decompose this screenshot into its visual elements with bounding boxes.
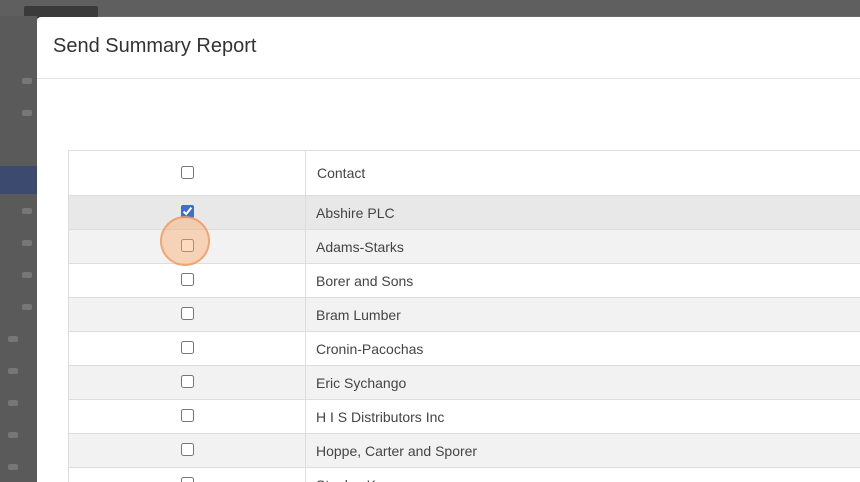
- background-sidebar-icon: [8, 432, 18, 438]
- row-checkbox-cell: [68, 195, 306, 230]
- contact-name: Hoppe, Carter and Sporer: [305, 433, 860, 468]
- row-checkbox-cell: [68, 467, 306, 482]
- row-checkbox[interactable]: [180, 409, 194, 423]
- background-sidebar-icon: [8, 400, 18, 406]
- background-sidebar: [0, 16, 37, 482]
- contacts-table: Contact Abshire PLC Adams-Starks Borer and…: [68, 150, 860, 482]
- contact-name: Cronin-Pacochas: [305, 331, 860, 366]
- background-sidebar-active-item: [0, 166, 37, 194]
- background-topbar: [0, 0, 860, 16]
- row-checkbox[interactable]: [180, 205, 194, 219]
- table-row[interactable]: Hoppe, Carter and Sporer: [68, 433, 860, 468]
- row-checkbox-cell: [68, 297, 306, 332]
- table-row[interactable]: Bram Lumber: [68, 297, 860, 332]
- contact-name: H I S Distributors Inc: [305, 399, 860, 434]
- table-row[interactable]: Cronin-Pacochas: [68, 331, 860, 366]
- row-checkbox-cell: [68, 229, 306, 264]
- contact-column-header: Contact: [305, 150, 860, 196]
- select-all-checkbox[interactable]: [180, 165, 194, 179]
- contact-name: Eric Sychango: [305, 365, 860, 400]
- row-checkbox-cell: [68, 365, 306, 400]
- contact-name: Stanley K...: [305, 467, 860, 482]
- row-checkbox[interactable]: [180, 443, 194, 457]
- table-row[interactable]: H I S Distributors Inc: [68, 399, 860, 434]
- modal-header: Send Summary Report: [37, 17, 860, 79]
- background-sidebar-icon: [8, 368, 18, 374]
- contact-name: Bram Lumber: [305, 297, 860, 332]
- row-checkbox[interactable]: [180, 477, 194, 482]
- table-row[interactable]: Stanley K...: [68, 467, 860, 482]
- background-sidebar-icon: [22, 110, 32, 116]
- background-sidebar-icon: [22, 272, 32, 278]
- table-header-row: Contact: [68, 150, 860, 196]
- send-summary-report-modal: Send Summary Report Contact Abshire PLC A…: [37, 17, 860, 482]
- row-checkbox[interactable]: [180, 341, 194, 355]
- table-row[interactable]: Borer and Sons: [68, 263, 860, 298]
- background-sidebar-icon: [22, 304, 32, 310]
- row-checkbox-cell: [68, 263, 306, 298]
- row-checkbox-cell: [68, 331, 306, 366]
- background-sidebar-icon: [8, 464, 18, 470]
- select-all-cell: [68, 150, 306, 196]
- background-sidebar-icon: [22, 208, 32, 214]
- table-row[interactable]: Adams-Starks: [68, 229, 860, 264]
- background-sidebar-icon: [22, 240, 32, 246]
- background-sidebar-icon: [22, 78, 32, 84]
- table-row[interactable]: Eric Sychango: [68, 365, 860, 400]
- contact-name: Abshire PLC: [305, 195, 860, 230]
- contact-name: Borer and Sons: [305, 263, 860, 298]
- contact-name: Adams-Starks: [305, 229, 860, 264]
- row-checkbox-cell: [68, 433, 306, 468]
- row-checkbox[interactable]: [180, 307, 194, 321]
- table-row[interactable]: Abshire PLC: [68, 195, 860, 230]
- modal-title: Send Summary Report: [53, 34, 257, 57]
- background-sidebar-icon: [8, 336, 18, 342]
- row-checkbox[interactable]: [180, 375, 194, 389]
- row-checkbox[interactable]: [180, 239, 194, 253]
- row-checkbox[interactable]: [180, 273, 194, 287]
- row-checkbox-cell: [68, 399, 306, 434]
